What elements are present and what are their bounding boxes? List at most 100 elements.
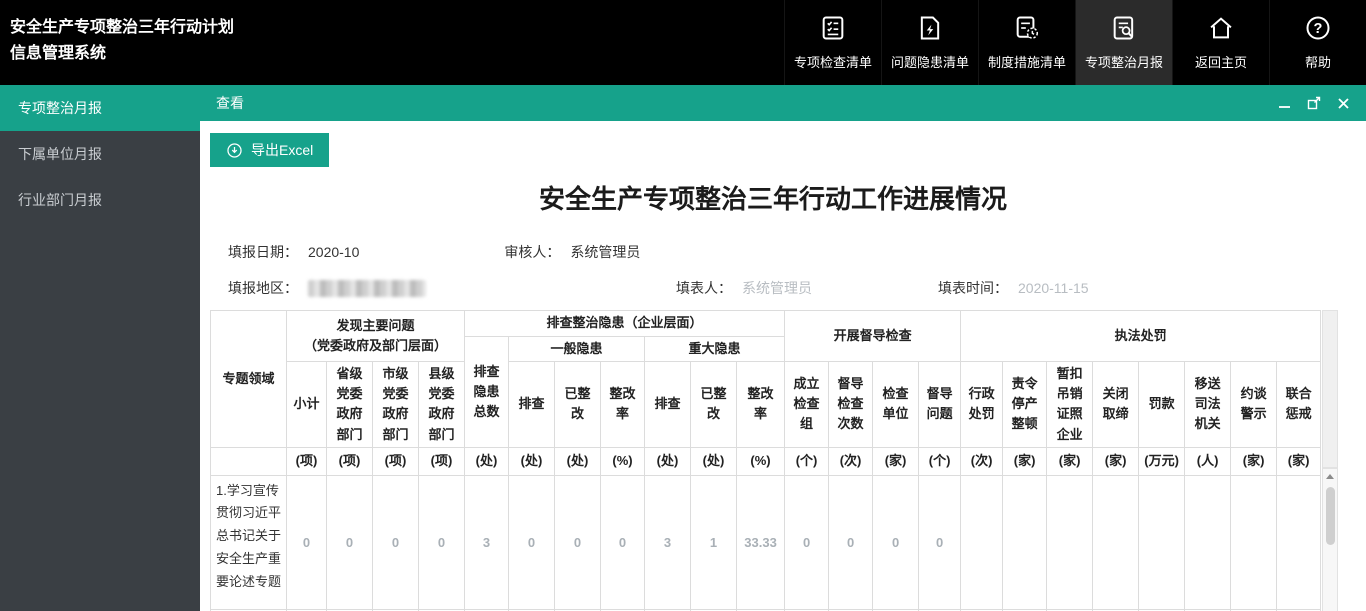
export-label: 导出Excel bbox=[251, 140, 313, 160]
vertical-scrollbar[interactable] bbox=[1322, 468, 1338, 611]
value-cell bbox=[1093, 475, 1139, 609]
region-label: 填报地区： bbox=[228, 278, 298, 298]
header-row-3: 小计省级 党委 政府 部门市级 党委 政府 部门县级 党委 政府 部门排查已整 … bbox=[211, 362, 1321, 448]
column-header-cell: 发现主要问题 （党委政府及部门层面） bbox=[287, 311, 465, 362]
view-title: 查看 bbox=[216, 93, 244, 113]
unit-header-cell: (家) bbox=[1231, 447, 1277, 475]
scrollbar-thumb[interactable] bbox=[1326, 487, 1335, 545]
hazard-doc-icon bbox=[916, 13, 944, 43]
export-excel-button[interactable]: 导出Excel bbox=[210, 133, 329, 167]
unit-header-cell: (家) bbox=[1047, 447, 1093, 475]
unit-header-cell: (家) bbox=[1093, 447, 1139, 475]
minimize-button[interactable] bbox=[1278, 97, 1291, 110]
fields-row-1: 填报日期： 2020-10 审核人： 系统管理员 bbox=[228, 242, 1366, 262]
filler-value: 系统管理员 bbox=[742, 278, 812, 298]
value-cell bbox=[1277, 475, 1321, 609]
column-header-cell: 责令 停产 整顿 bbox=[1003, 362, 1047, 448]
value-cell: 3 bbox=[465, 475, 509, 609]
scrollbar-filler bbox=[1322, 310, 1338, 468]
column-header-cell: 成立 检查 组 bbox=[785, 362, 829, 448]
column-header-cell: 开展督导检查 bbox=[785, 311, 961, 362]
value-cell bbox=[1047, 475, 1093, 609]
value-cell bbox=[1003, 475, 1047, 609]
value-cell: 0 bbox=[919, 475, 961, 609]
column-header-cell: 督导 检查 次数 bbox=[829, 362, 873, 448]
value-cell: 0 bbox=[327, 475, 373, 609]
column-header-cell: 排查 bbox=[645, 362, 691, 448]
column-header-cell: 排查整治隐患（企业层面） bbox=[465, 311, 785, 337]
report-date-label: 填报日期： bbox=[228, 242, 298, 262]
unit-header-cell: (万元) bbox=[1139, 447, 1185, 475]
unit-header-cell: (项) bbox=[327, 447, 373, 475]
main-panel: 查看 bbox=[200, 85, 1366, 611]
report-table-body: 1.学习宣传贯彻习近平总书记关于安全生产重要论述专题000030003133.3… bbox=[211, 475, 1321, 611]
sidebar-item-subordinate-unit-report[interactable]: 下属单位月报 bbox=[0, 131, 200, 177]
app-body: 专项整治月报 下属单位月报 行业部门月报 查看 bbox=[0, 85, 1366, 611]
region-value-redacted bbox=[308, 280, 426, 297]
column-header-cell: 执法处罚 bbox=[961, 311, 1321, 362]
empty-header-cell bbox=[211, 447, 287, 475]
maximize-button[interactable] bbox=[1307, 96, 1321, 110]
column-header-cell: 行政 处罚 bbox=[961, 362, 1003, 448]
fill-time-label: 填表时间： bbox=[938, 278, 1008, 298]
auditor-value: 系统管理员 bbox=[570, 242, 640, 262]
value-cell: 0 bbox=[287, 475, 327, 609]
scroll-up-icon[interactable] bbox=[1326, 474, 1334, 479]
value-cell: 0 bbox=[785, 475, 829, 609]
value-cell bbox=[1185, 475, 1231, 609]
auditor-label: 审核人： bbox=[504, 242, 560, 262]
filler-label: 填表人： bbox=[676, 278, 732, 298]
unit-header-cell: (项) bbox=[287, 447, 327, 475]
sidebar-item-industry-dept-report[interactable]: 行业部门月报 bbox=[0, 177, 200, 223]
unit-header-cell: (个) bbox=[919, 447, 961, 475]
value-cell: 0 bbox=[419, 475, 465, 609]
value-cell: 0 bbox=[509, 475, 555, 609]
unit-header-cell: (家) bbox=[1277, 447, 1321, 475]
column-header-cell: 排查 bbox=[509, 362, 555, 448]
unit-header-cell: (人) bbox=[1185, 447, 1231, 475]
unit-header-cell: (处) bbox=[555, 447, 601, 475]
unit-header-cell: (家) bbox=[873, 447, 919, 475]
value-cell bbox=[1231, 475, 1277, 609]
value-cell: 3 bbox=[645, 475, 691, 609]
app-title: 安全生产专项整治三年行动计划 信息管理系统 bbox=[0, 0, 234, 85]
top-header: 安全生产专项整治三年行动计划 信息管理系统 专项检查清单 bbox=[0, 0, 1366, 85]
value-cell: 1 bbox=[691, 475, 737, 609]
fill-time-value: 2020-11-15 bbox=[1018, 280, 1089, 296]
column-header-cell: 一般隐患 bbox=[509, 337, 645, 362]
help-icon: ? bbox=[1304, 13, 1332, 43]
column-header-cell: 排查 隐患 总数 bbox=[465, 337, 509, 448]
report-date-value: 2020-10 bbox=[308, 244, 359, 260]
unit-header-cell: (%) bbox=[737, 447, 785, 475]
value-cell: 0 bbox=[829, 475, 873, 609]
column-header-cell: 暂扣 吊销 证照 企业 bbox=[1047, 362, 1093, 448]
value-cell: 33.33 bbox=[737, 475, 785, 609]
nav-system-measures-list[interactable]: 制度措施清单 bbox=[978, 0, 1075, 85]
unit-header-cell: (处) bbox=[509, 447, 555, 475]
unit-header-cell: (次) bbox=[829, 447, 873, 475]
column-header-cell: 整改 率 bbox=[601, 362, 645, 448]
app-title-line1: 安全生产专项整治三年行动计划 bbox=[10, 15, 234, 41]
value-cell: 0 bbox=[873, 475, 919, 609]
sidebar-item-monthly-report[interactable]: 专项整治月报 bbox=[0, 85, 200, 131]
column-header-cell: 整改 率 bbox=[737, 362, 785, 448]
close-icon[interactable] bbox=[1337, 97, 1350, 110]
value-cell bbox=[1139, 475, 1185, 609]
report-table: 专题领域发现主要问题 （党委政府及部门层面）排查整治隐患（企业层面）开展督导检查… bbox=[210, 310, 1321, 611]
nav-monthly-report[interactable]: 专项整治月报 bbox=[1075, 0, 1172, 85]
nav-help[interactable]: ? 帮助 bbox=[1269, 0, 1366, 85]
download-circle-icon bbox=[226, 142, 243, 159]
nav-return-home[interactable]: 返回主页 bbox=[1172, 0, 1269, 85]
header-nav: 专项检查清单 问题隐患清单 bbox=[784, 0, 1366, 85]
nav-problem-hazard-list[interactable]: 问题隐患清单 bbox=[881, 0, 978, 85]
nav-special-inspection-list[interactable]: 专项检查清单 bbox=[784, 0, 881, 85]
column-header-cell: 已整 改 bbox=[691, 362, 737, 448]
fields-row-2: 填报地区： 填表人： 系统管理员 填表时间： 2020-11-15 bbox=[228, 278, 1366, 298]
nav-label: 问题隐患清单 bbox=[891, 52, 969, 71]
value-cell: 0 bbox=[373, 475, 419, 609]
unit-header-cell: (家) bbox=[1003, 447, 1047, 475]
unit-header-cell: (个) bbox=[785, 447, 829, 475]
column-header-cell: 市级 党委 政府 部门 bbox=[373, 362, 419, 448]
column-header-cell: 关闭 取缔 bbox=[1093, 362, 1139, 448]
nav-label: 返回主页 bbox=[1195, 52, 1247, 71]
